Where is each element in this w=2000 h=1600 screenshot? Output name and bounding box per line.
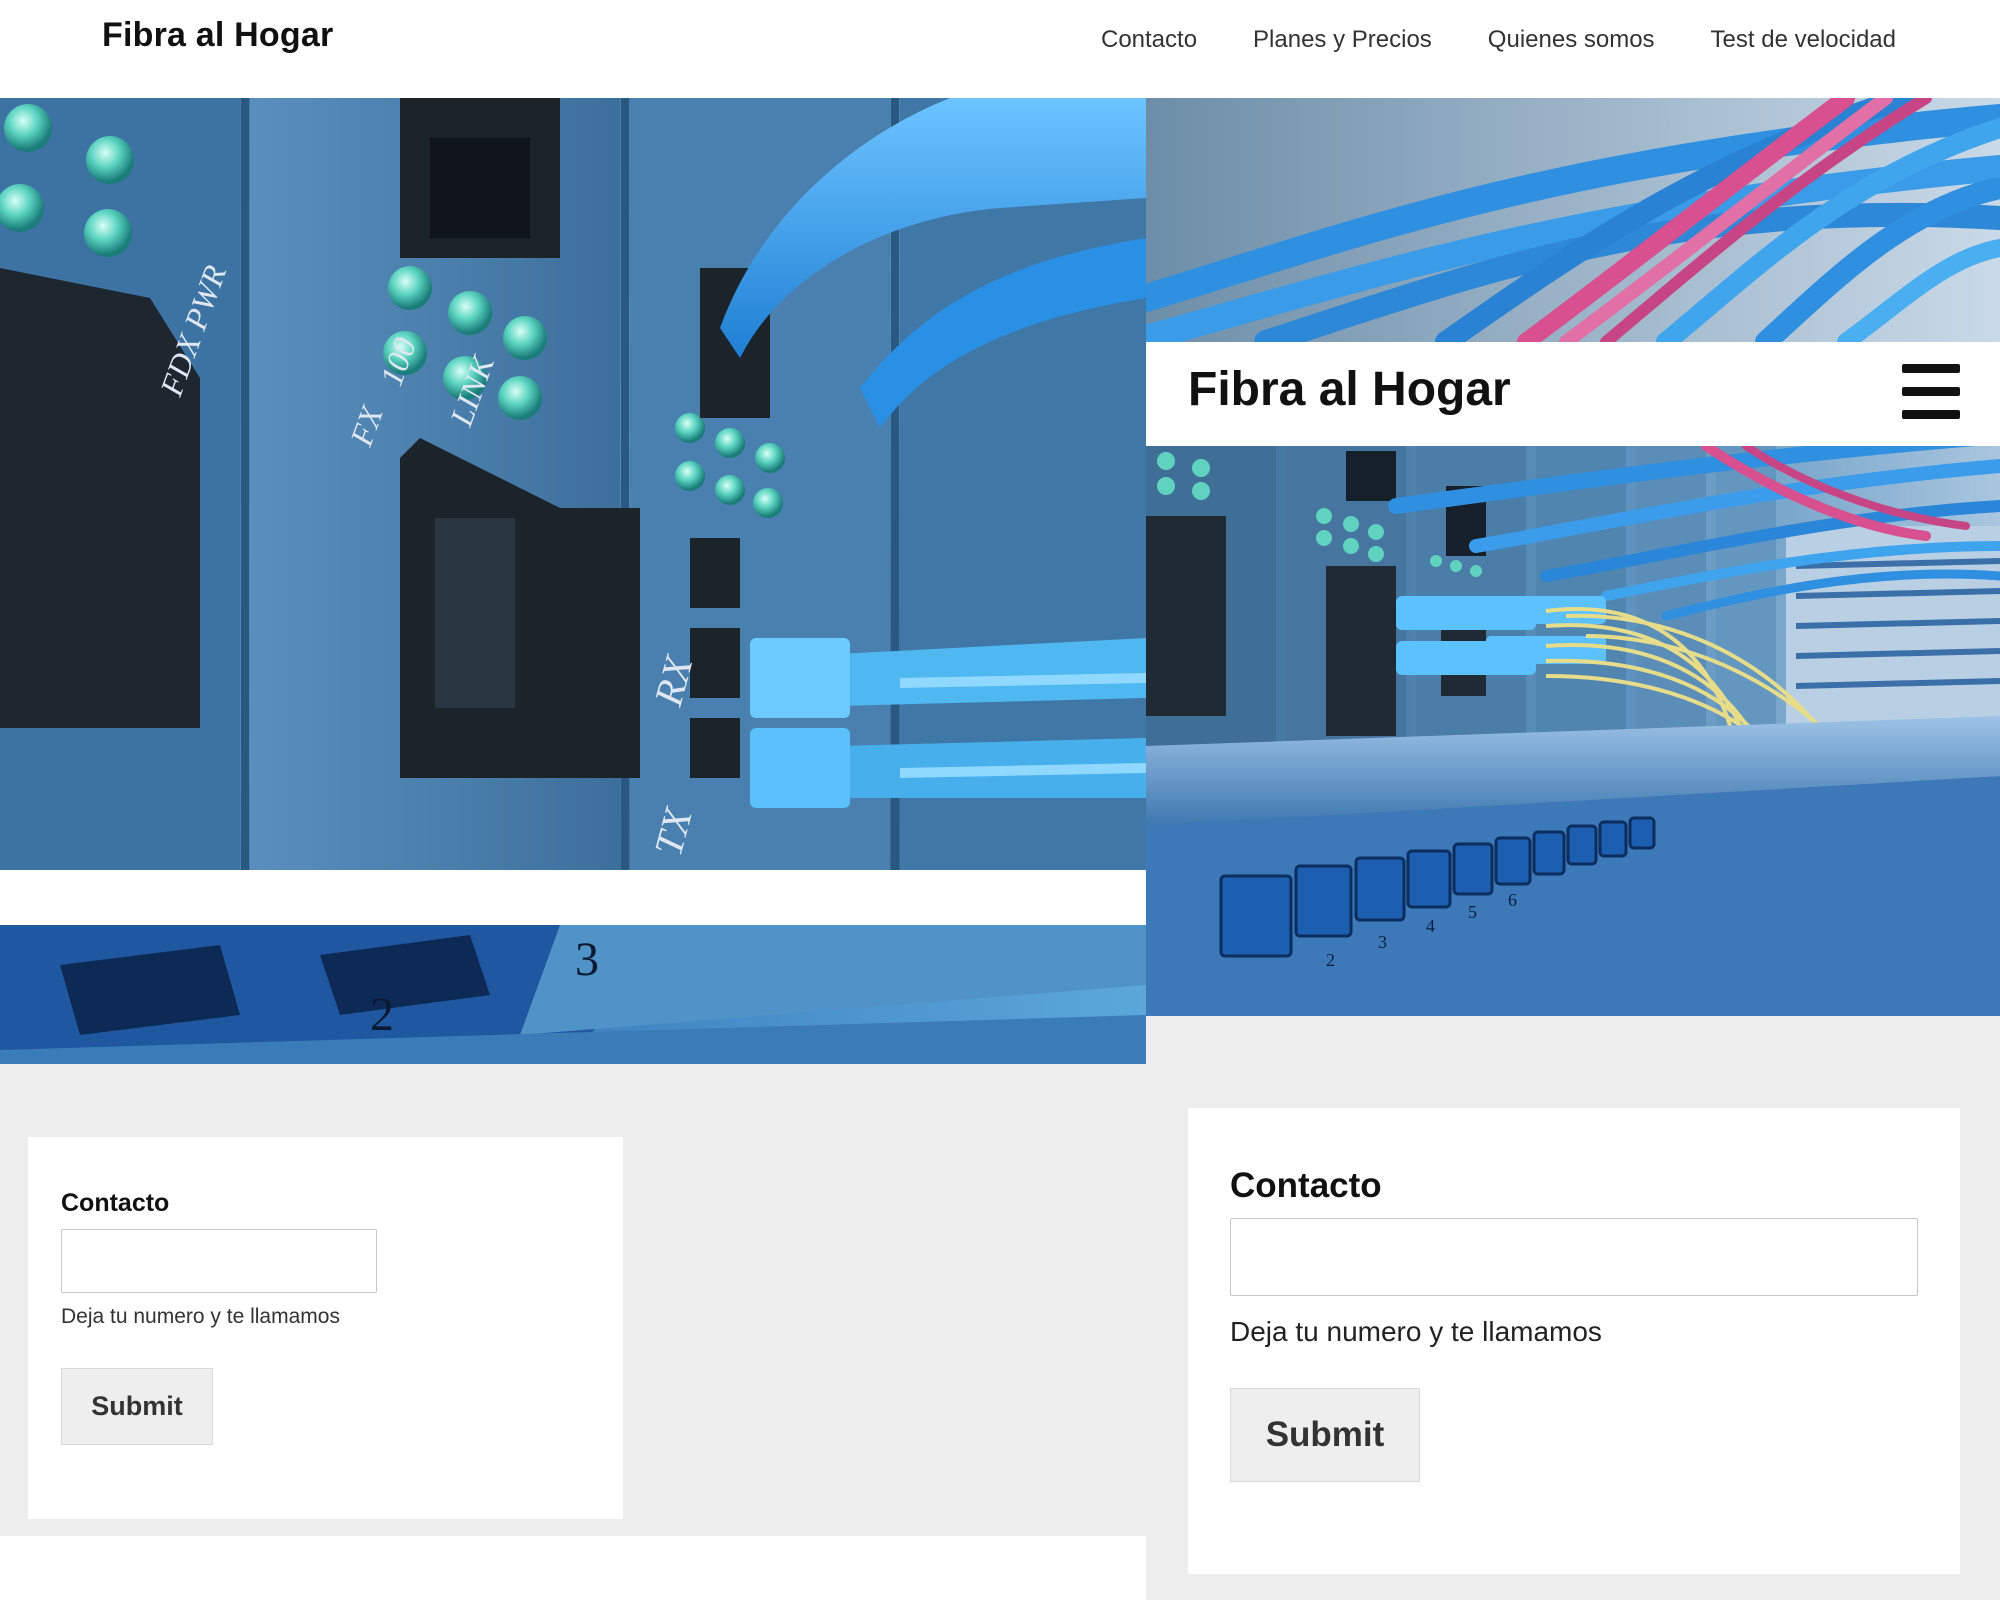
hero-image-top	[1146, 98, 2000, 342]
submit-button[interactable]: Submit	[61, 1368, 213, 1445]
port-number: 3	[1378, 932, 1387, 952]
mobile-view: Fibra al Hogar 2 3 4 5 6 Contacto Deja t…	[1146, 98, 2000, 1600]
hero-image: FDX PWR FX 100 LINK RX TX	[0, 98, 1146, 870]
port-number: 5	[1468, 902, 1477, 922]
port-number: 6	[1508, 890, 1517, 910]
nav-link-quienes-somos[interactable]: Quienes somos	[1488, 26, 1655, 54]
hero-gap	[0, 870, 1146, 925]
desktop-header: Fibra al Hogar Contacto Planes y Precios…	[0, 0, 2000, 98]
port-number: 3	[575, 933, 599, 986]
hamburger-menu-icon[interactable]	[1902, 364, 1960, 420]
submit-button[interactable]: Submit	[1230, 1388, 1420, 1482]
port-number: 4	[1426, 916, 1435, 936]
phone-input[interactable]	[1230, 1218, 1918, 1296]
contact-label: Contacto	[61, 1189, 170, 1217]
main-nav: Contacto Planes y Precios Quienes somos …	[1101, 26, 1896, 54]
contact-hint: Deja tu numero y te llamamos	[61, 1305, 340, 1328]
site-title[interactable]: Fibra al Hogar	[102, 16, 333, 55]
hero-image-strip: 2 3	[0, 925, 1146, 1064]
contact-card: Contacto Deja tu numero y te llamamos Su…	[1188, 1108, 1960, 1574]
mobile-header: Fibra al Hogar	[1146, 342, 2000, 446]
contact-card: Contacto Deja tu numero y te llamamos Su…	[28, 1137, 623, 1519]
port-number: 2	[1326, 950, 1335, 970]
nav-link-test-velocidad[interactable]: Test de velocidad	[1711, 26, 1896, 54]
hero-image: 2 3 4 5 6	[1146, 446, 2000, 1016]
nav-link-planes-precios[interactable]: Planes y Precios	[1253, 26, 1432, 54]
site-title[interactable]: Fibra al Hogar	[1188, 362, 1511, 417]
contact-hint: Deja tu numero y te llamamos	[1230, 1316, 1602, 1347]
phone-input[interactable]	[61, 1229, 377, 1293]
contact-label: Contacto	[1230, 1166, 1382, 1205]
port-number: 2	[370, 988, 394, 1041]
nav-link-contacto[interactable]: Contacto	[1101, 26, 1197, 54]
